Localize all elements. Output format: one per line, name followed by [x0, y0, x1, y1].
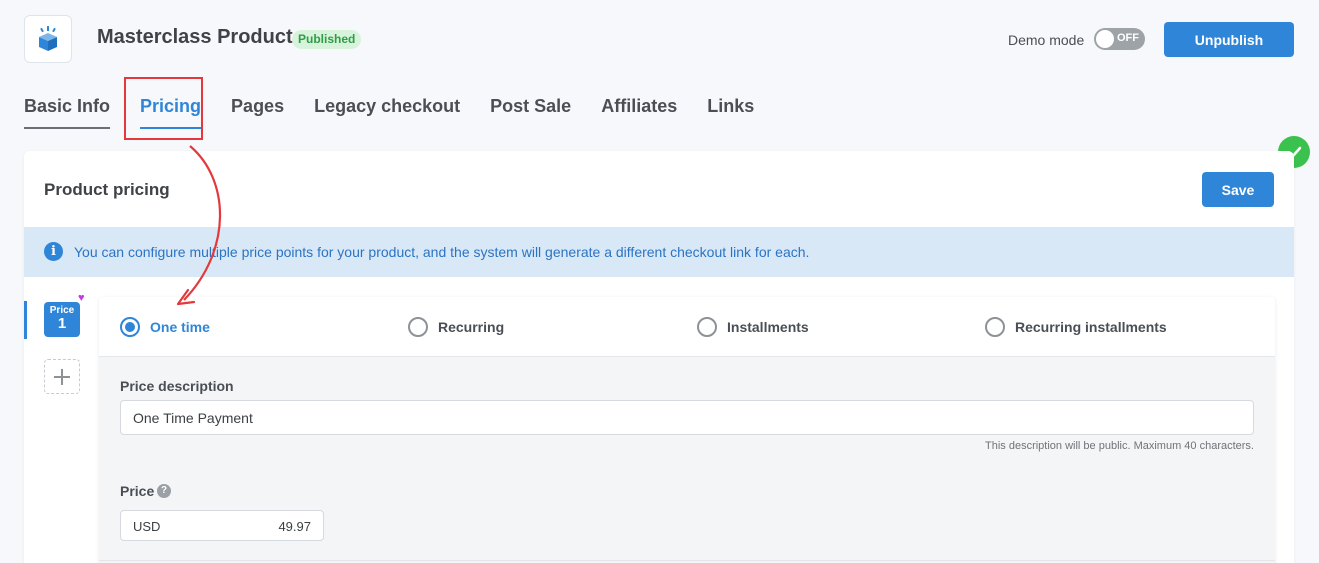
radio-label: One time: [150, 319, 210, 335]
tab-basic-info[interactable]: Basic Info: [24, 96, 111, 129]
payment-type-selector: One time Recurring Installments Recurrin…: [99, 297, 1275, 357]
price-description-label: Price description: [120, 378, 234, 394]
status-badge: Published: [292, 30, 362, 49]
product-pricing-card: Product pricing Save i You can configure…: [24, 151, 1294, 563]
box-icon: [39, 26, 57, 51]
tab-post-sale[interactable]: Post Sale: [490, 96, 571, 129]
tab-pages[interactable]: Pages: [231, 96, 284, 129]
radio-circle: [697, 317, 717, 337]
divider: [99, 560, 1275, 561]
description-hint: This description will be public. Maximum…: [985, 440, 1254, 452]
tab-links[interactable]: Links: [707, 96, 754, 129]
price-chip-number: 1: [57, 315, 67, 332]
radio-label: Recurring: [438, 319, 505, 335]
radio-recurring[interactable]: Recurring: [408, 317, 504, 337]
pricing-panel: One time Recurring Installments Recurrin…: [99, 297, 1275, 563]
currency-label: USD: [133, 519, 161, 534]
price-point-1[interactable]: Price 1: [44, 302, 80, 337]
annotation-highlight-box: [124, 77, 203, 140]
price-amount: 49.97: [278, 519, 311, 534]
tab-affiliates[interactable]: Affiliates: [601, 96, 677, 129]
help-icon[interactable]: ?: [157, 484, 171, 498]
price-label: Price: [120, 483, 155, 499]
price-description-input[interactable]: [120, 400, 1254, 435]
toggle-knob: [1096, 30, 1114, 48]
price-input[interactable]: USD 49.97: [120, 510, 324, 541]
tab-legacy-checkout[interactable]: Legacy checkout: [314, 96, 460, 129]
unpublish-button[interactable]: Unpublish: [1164, 22, 1294, 57]
save-button[interactable]: Save: [1202, 172, 1274, 207]
demo-mode-label: Demo mode: [1008, 32, 1085, 48]
radio-label: Recurring installments: [1015, 319, 1167, 335]
radio-recurring-installments[interactable]: Recurring installments: [985, 317, 1167, 337]
card-title: Product pricing: [44, 180, 170, 199]
toggle-state: OFF: [1117, 32, 1139, 44]
radio-circle: [985, 317, 1005, 337]
radio-one-time[interactable]: One time: [120, 317, 210, 337]
info-banner: i You can configure multiple price point…: [24, 227, 1294, 277]
selected-price-indicator: [24, 301, 27, 339]
radio-label: Installments: [727, 319, 809, 335]
radio-circle: [120, 317, 140, 337]
product-title: Masterclass Product: [97, 26, 293, 48]
product-logo: [24, 15, 72, 63]
plus-icon: [54, 368, 70, 385]
heart-icon: ♥: [78, 292, 85, 304]
info-message: You can configure multiple price points …: [74, 244, 810, 260]
info-icon: i: [44, 242, 63, 261]
add-price-button[interactable]: [44, 359, 80, 394]
radio-circle: [408, 317, 428, 337]
radio-installments[interactable]: Installments: [697, 317, 809, 337]
demo-mode-toggle[interactable]: OFF: [1094, 28, 1145, 50]
